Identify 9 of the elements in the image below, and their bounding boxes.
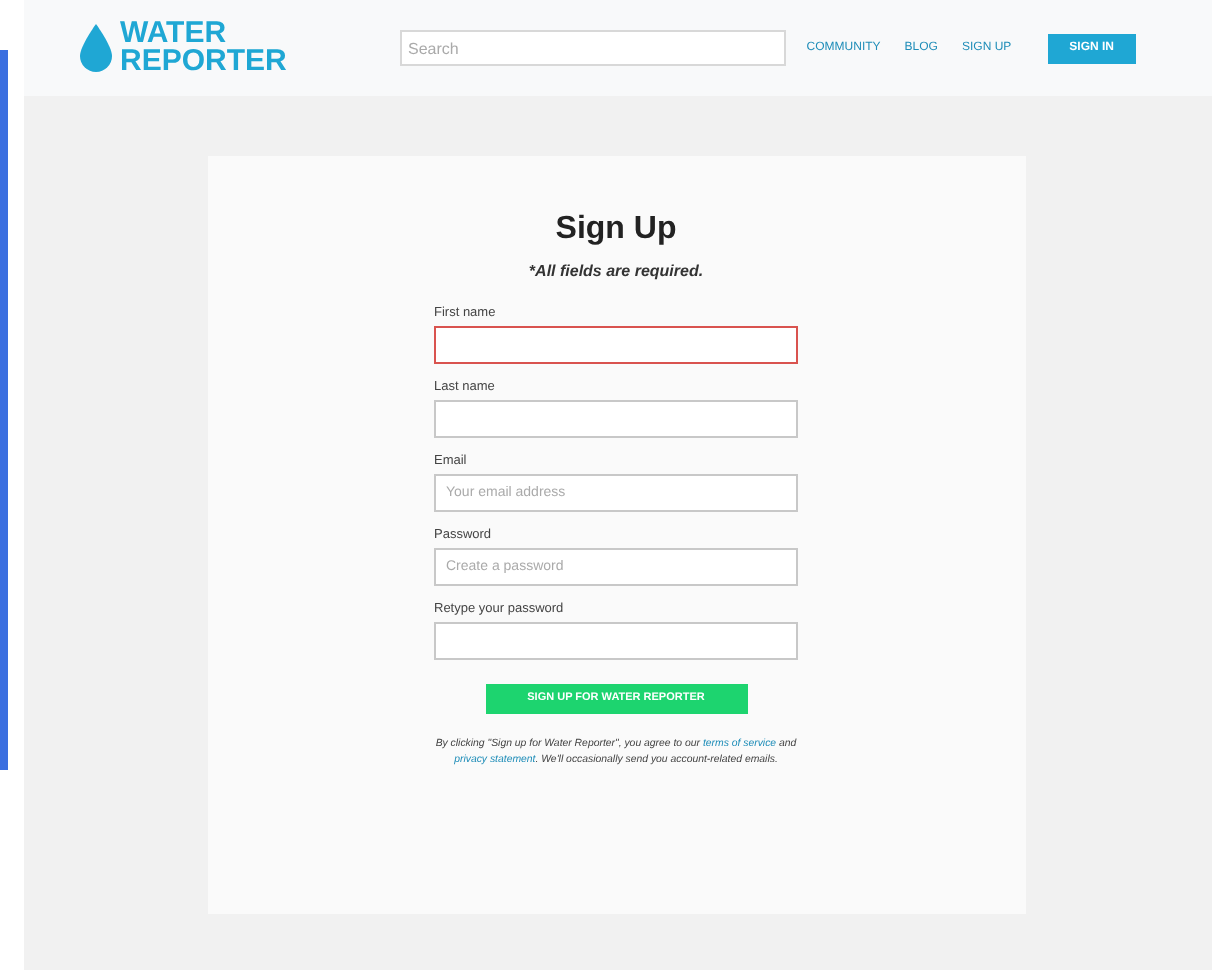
search-field[interactable]: Search [400,30,786,66]
form-title: Sign Up [555,212,677,248]
water-drop-icon [80,24,112,72]
required-note: *All fields are required. [528,260,704,284]
logo-text: WATER [120,20,227,48]
input-field[interactable] [434,326,798,364]
input-field[interactable] [434,622,798,660]
input-field[interactable] [434,400,798,438]
logo-text: REPORTER [120,48,287,76]
